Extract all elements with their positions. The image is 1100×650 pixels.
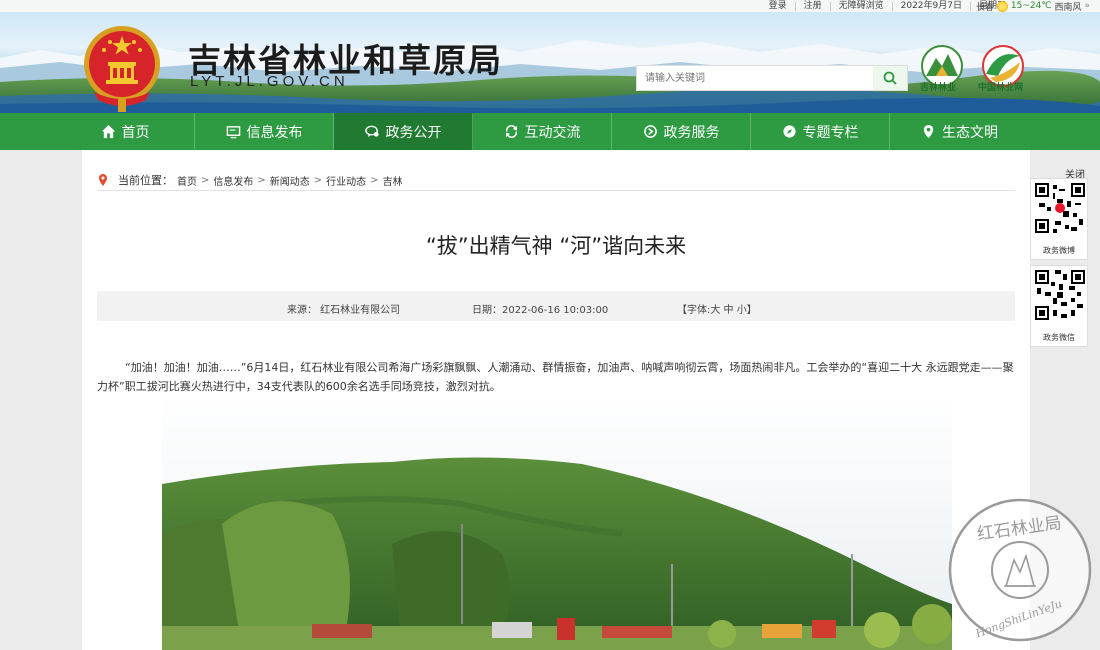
font-size-controls[interactable]: 【字体:大 中 小】	[677, 301, 757, 316]
register-link[interactable]: 注册	[796, 1, 831, 11]
national-emblem-icon	[84, 26, 160, 112]
search-button[interactable]	[873, 66, 907, 90]
china-forestry-net-logo[interactable]	[976, 44, 1030, 106]
nav-item-label: 生态文明	[942, 124, 998, 141]
nav-item-label: 互动交流	[524, 124, 581, 141]
weather-widget: 长春 15~24℃ 西南风 »	[975, 0, 1090, 13]
breadcrumb-home[interactable]: 首页	[177, 173, 197, 188]
nav-item-info-release[interactable]: 信息发布	[195, 113, 334, 150]
article-body: “加油！加油！加油……”6月14日，红石林业有限公司希海广场彩旗飘飘、人潮涌动、…	[97, 361, 1014, 393]
article-panel: 当前位置： 首页 > 信息发布 > 新闻动态 > 行业动态 > 吉林 “拔”出精…	[82, 150, 1030, 650]
main-nav: 首页 信息发布 政务公开 互动交流 政务服务 专题专栏 生态文明	[0, 113, 1100, 150]
nav-item-special-topics[interactable]: 专题专栏	[751, 113, 890, 150]
breadcrumb-industry-news[interactable]: 行业动态	[326, 173, 366, 188]
breadcrumb-jilin[interactable]: 吉林	[383, 173, 403, 188]
header-banner: 吉林省林业和草原局 LYT.JL.GOV.CN 吉林林业 中国林业网	[0, 12, 1100, 113]
weibo-qr-card[interactable]: 政务微博	[1030, 178, 1088, 260]
article-title: “拔”出精气神 “河”谐向未来	[425, 234, 687, 258]
service-icon	[643, 125, 657, 138]
refresh-icon	[505, 125, 517, 138]
breadcrumb-separator: >	[201, 174, 210, 186]
nav-item-ecology[interactable]: 生态文明	[890, 113, 1029, 150]
nav-item-interaction[interactable]: 互动交流	[473, 113, 612, 150]
weather-temperature: 15~24℃	[1010, 1, 1052, 11]
search-icon	[883, 71, 897, 85]
chat-icon	[364, 125, 379, 138]
breadcrumb-separator: >	[370, 174, 379, 186]
login-link[interactable]: 登录	[761, 1, 796, 11]
hongshi-forestry-seal-watermark: 红石林业局 HongShiLinYeJu	[948, 498, 1092, 642]
home-icon	[101, 124, 115, 139]
weibo-qr-caption: 政务微博	[1043, 246, 1075, 255]
article-source: 来源： 红石林业有限公司	[287, 305, 401, 316]
jilin-forestry-caption: 吉林林业	[920, 83, 957, 93]
location-pin-icon	[99, 174, 107, 186]
wechat-qr-caption: 政务微信	[1043, 333, 1075, 342]
china-forestry-net-caption: 中国林业网	[978, 83, 1024, 93]
weather-wind: 西南风	[1054, 2, 1082, 13]
nav-item-home[interactable]: 首页	[56, 113, 195, 150]
wechat-qr-card[interactable]: 政务微信	[1030, 265, 1088, 347]
article-meta-bar: 来源： 红石林业有限公司 日期：2022-06-16 10:03:00 【字体:…	[97, 291, 1015, 321]
nav-item-label: 专题专栏	[802, 124, 859, 141]
wechat-qr-code-icon	[1035, 270, 1085, 320]
article-date: 日期：2022-06-16 10:03:00	[472, 305, 609, 316]
monitor-icon	[226, 126, 240, 139]
current-date: 2022年9月7日	[893, 1, 971, 11]
breadcrumb-label: 当前位置：	[118, 174, 173, 187]
top-utility-bar: 登录 注册 无障碍浏览 2022年9月7日 星期三 长春 15~24℃ 西南风 …	[0, 0, 1100, 13]
weather-city: 长春	[975, 2, 994, 13]
nav-item-label: 政务公开	[385, 124, 442, 141]
nav-item-label: 首页	[121, 124, 150, 141]
breadcrumb-separator: >	[313, 174, 323, 186]
breadcrumb: 当前位置： 首页 > 信息发布 > 新闻动态 > 行业动态 > 吉林	[98, 172, 403, 188]
breadcrumb-divider	[98, 190, 1015, 191]
search-input[interactable]	[637, 66, 875, 91]
nav-item-label: 政务服务	[663, 124, 720, 141]
compass-icon	[782, 125, 796, 138]
search-box	[636, 65, 908, 91]
nav-item-label: 信息发布	[246, 124, 303, 141]
accessibility-link[interactable]: 无障碍浏览	[831, 1, 893, 11]
nav-item-gov-affairs[interactable]: 政务公开	[334, 113, 473, 150]
article-photo	[162, 394, 952, 650]
nav-item-gov-service[interactable]: 政务服务	[612, 113, 751, 150]
jilin-forestry-logo[interactable]	[918, 44, 966, 106]
sun-icon	[996, 0, 1008, 12]
breadcrumb-info-release[interactable]: 信息发布	[213, 173, 253, 188]
weibo-qr-code-icon	[1035, 183, 1085, 233]
leaf-pin-icon	[923, 124, 934, 139]
site-domain: LYT.JL.GOV.CN	[190, 73, 349, 90]
breadcrumb-news[interactable]: 新闻动态	[270, 173, 310, 188]
double-chevron-right-icon[interactable]: »	[1084, 1, 1090, 11]
breadcrumb-separator: >	[257, 174, 266, 186]
